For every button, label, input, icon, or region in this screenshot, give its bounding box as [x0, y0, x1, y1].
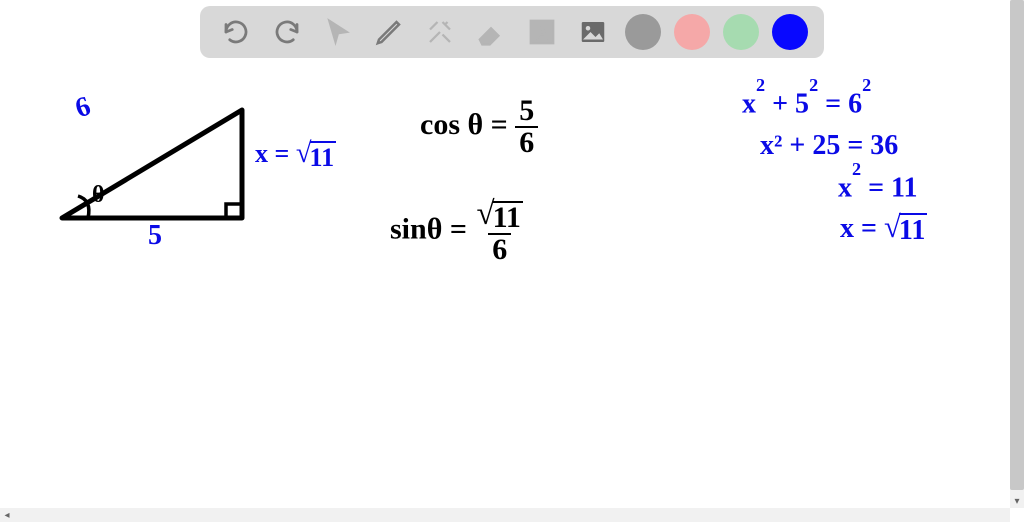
scroll-left-icon[interactable]: ◂: [0, 508, 14, 522]
whiteboard-canvas[interactable]: 6 5 θ x = 11 cos θ = 5 6 sinθ = 11 6 x2 …: [0, 70, 1024, 510]
sin-numerator: 11: [474, 198, 524, 233]
pyth-step-4: x = 11: [840, 210, 927, 247]
whiteboard-toolbar: [200, 6, 824, 58]
horizontal-scrollbar[interactable]: ◂: [0, 508, 1010, 522]
cos-numerator: 5: [517, 96, 536, 126]
base-label: 5: [148, 220, 162, 252]
eraser-button[interactable]: [472, 13, 510, 51]
redo-icon: [272, 17, 302, 47]
cos-denominator: 6: [515, 126, 538, 158]
cos-lhs: cos θ =: [420, 108, 508, 141]
pencil-icon: [374, 17, 404, 47]
color-green[interactable]: [723, 14, 759, 50]
sin-lhs: sinθ =: [390, 212, 467, 245]
pencil-button[interactable]: [370, 13, 408, 51]
cos-equation: cos θ = 5 6: [420, 96, 538, 158]
cos-fraction: 5 6: [515, 96, 538, 158]
pyth-step-1: x2 + 52 = 62: [742, 86, 871, 120]
redo-button[interactable]: [268, 13, 306, 51]
text-icon: [527, 17, 557, 47]
pointer-icon: [323, 17, 353, 47]
angle-theta-label: θ: [92, 182, 105, 209]
tools-button[interactable]: [421, 13, 459, 51]
sin-equation: sinθ = 11 6: [390, 198, 525, 265]
color-blue[interactable]: [772, 14, 808, 50]
sqrt-icon: 11: [884, 210, 927, 247]
image-button[interactable]: [574, 13, 612, 51]
pyth-step-3: x2 = 11: [838, 170, 918, 204]
pyth-step-2: x² + 25 = 36: [760, 130, 898, 162]
side-x-label: x = 11: [255, 138, 336, 173]
side-x-lhs: x =: [255, 139, 289, 168]
vertical-scrollbar[interactable]: ▾: [1010, 0, 1024, 508]
sin-fraction: 11 6: [474, 198, 524, 265]
scrollbar-thumb[interactable]: [1010, 0, 1024, 490]
undo-button[interactable]: [217, 13, 255, 51]
eraser-icon: [476, 17, 506, 47]
undo-icon: [221, 17, 251, 47]
side-x-radicand: 11: [310, 141, 337, 173]
sqrt-icon: 11: [296, 138, 336, 173]
color-pink[interactable]: [674, 14, 710, 50]
pyth4-lhs: x =: [840, 213, 877, 244]
text-button[interactable]: [523, 13, 561, 51]
pointer-button[interactable]: [319, 13, 357, 51]
sin-denominator: 6: [488, 233, 511, 265]
tools-icon: [425, 17, 455, 47]
image-icon: [578, 17, 608, 47]
pyth4-radicand: 11: [899, 213, 927, 247]
scroll-down-icon[interactable]: ▾: [1010, 494, 1024, 508]
color-gray[interactable]: [625, 14, 661, 50]
